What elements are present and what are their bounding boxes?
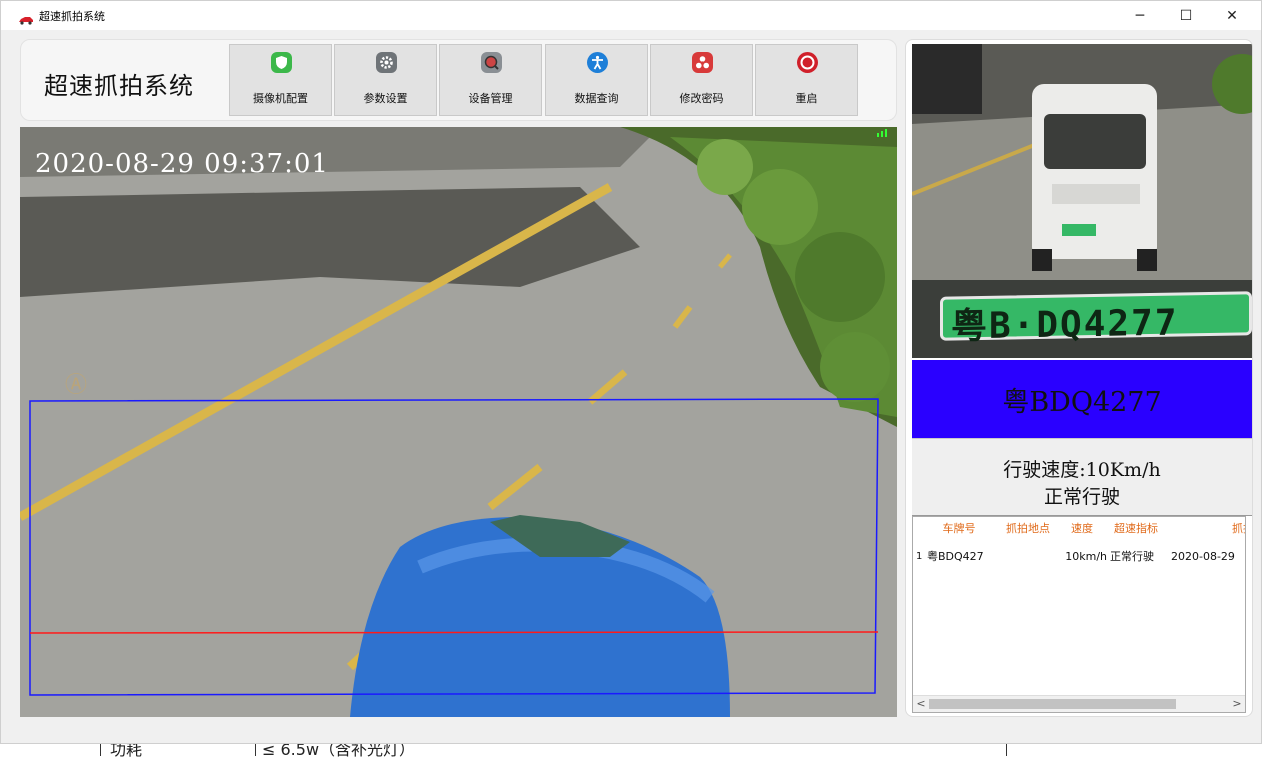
window-title: 超速抓拍系统 [39, 11, 105, 23]
title-bar[interactable]: 超速抓拍系统 ─ ☐ ✕ [1, 1, 1261, 30]
cell-speed: 10km/h [1065, 550, 1107, 563]
main-toolbar: 超速抓拍系统 摄像机配置 参数设置 设备管理 数据查询 修改密码 重启 [20, 39, 897, 121]
power-icon [797, 52, 818, 73]
plate-number-box: 粤BDQ4277 [912, 360, 1252, 438]
header-location[interactable]: 抓拍地点 [999, 519, 1057, 539]
close-button[interactable]: ✕ [1209, 1, 1255, 30]
speed-text: 行驶速度:10Km/h [1003, 459, 1161, 481]
car-icon [18, 10, 34, 25]
app-window: 超速抓拍系统 ─ ☐ ✕ 超速抓拍系统 摄像机配置 参数设置 设备管理 数据查询… [0, 0, 1262, 744]
records-table[interactable]: 车牌号 抓拍地点 速度 超速指标 抓拍时 1 粤BDQ427 10km/h 正常… [912, 516, 1246, 713]
minimize-button[interactable]: ─ [1117, 1, 1163, 30]
header-overspeed[interactable]: 超速指标 [1107, 519, 1165, 539]
device-management-button[interactable]: 设备管理 [439, 44, 542, 116]
video-timestamp: 2020-08-29 09:37:01 [35, 149, 329, 179]
plate-crop-text: 粤B·DQ4277 [951, 302, 1179, 348]
row-index: 1 [916, 551, 923, 562]
cell-capture-time: 2020-08-29 [1171, 550, 1235, 563]
parameter-settings-button[interactable]: 参数设置 [334, 44, 437, 116]
data-query-label: 数据查询 [574, 92, 619, 105]
search-icon [481, 52, 502, 73]
speed-status-box: 行驶速度:10Km/h 正常行驶 [912, 438, 1252, 516]
parameter-settings-label: 参数设置 [363, 92, 408, 105]
svg-text:Ⓐ: Ⓐ [65, 373, 87, 398]
change-password-label: 修改密码 [679, 92, 724, 105]
restart-label: 重启 [795, 92, 818, 105]
capture-panel: 粤B·DQ4277 粤BDQ4277 行驶速度:10Km/h 正常行驶 车牌号 … [905, 39, 1253, 717]
plate-crop: 粤B·DQ4277 [940, 291, 1252, 348]
header-index [913, 519, 925, 539]
system-title: 超速抓拍系统 [44, 72, 194, 100]
accessibility-icon [587, 52, 608, 73]
change-password-button[interactable]: 修改密码 [650, 44, 753, 116]
captured-vehicle-image[interactable] [912, 44, 1252, 280]
status-text: 正常行驶 [1043, 486, 1120, 508]
scroll-left-button[interactable]: < [913, 696, 929, 712]
cell-location [999, 547, 1057, 567]
camera-config-label: 摄像机配置 [253, 92, 308, 105]
header-speed[interactable]: 速度 [1057, 519, 1107, 539]
device-management-label: 设备管理 [468, 92, 513, 105]
gear-icon [376, 52, 397, 73]
key-icon [692, 52, 713, 73]
road-scene: Ⓐ [20, 127, 897, 717]
cell-overspeed: 正常行驶 [1110, 550, 1154, 563]
plate-number: 粤BDQ4277 [1002, 386, 1162, 418]
horizontal-scrollbar[interactable]: < > [913, 695, 1245, 712]
maximize-button[interactable]: ☐ [1163, 1, 1209, 30]
plate-crop-image: 粤B·DQ4277 [912, 280, 1252, 358]
live-video-feed[interactable]: Ⓐ 2020-08-29 09:37:01 [20, 127, 897, 717]
shield-icon [271, 52, 292, 73]
scroll-thumb[interactable] [929, 699, 1176, 709]
cell-plate: 粤BDQ427 [927, 550, 984, 563]
vehicle-photo [912, 44, 1252, 280]
header-plate[interactable]: 车牌号 [925, 519, 993, 539]
restart-button[interactable]: 重启 [755, 44, 858, 116]
camera-config-button[interactable]: 摄像机配置 [229, 44, 332, 116]
header-capture-time[interactable]: 抓拍时 [1165, 519, 1245, 539]
scroll-right-button[interactable]: > [1229, 696, 1245, 712]
data-query-button[interactable]: 数据查询 [545, 44, 648, 116]
